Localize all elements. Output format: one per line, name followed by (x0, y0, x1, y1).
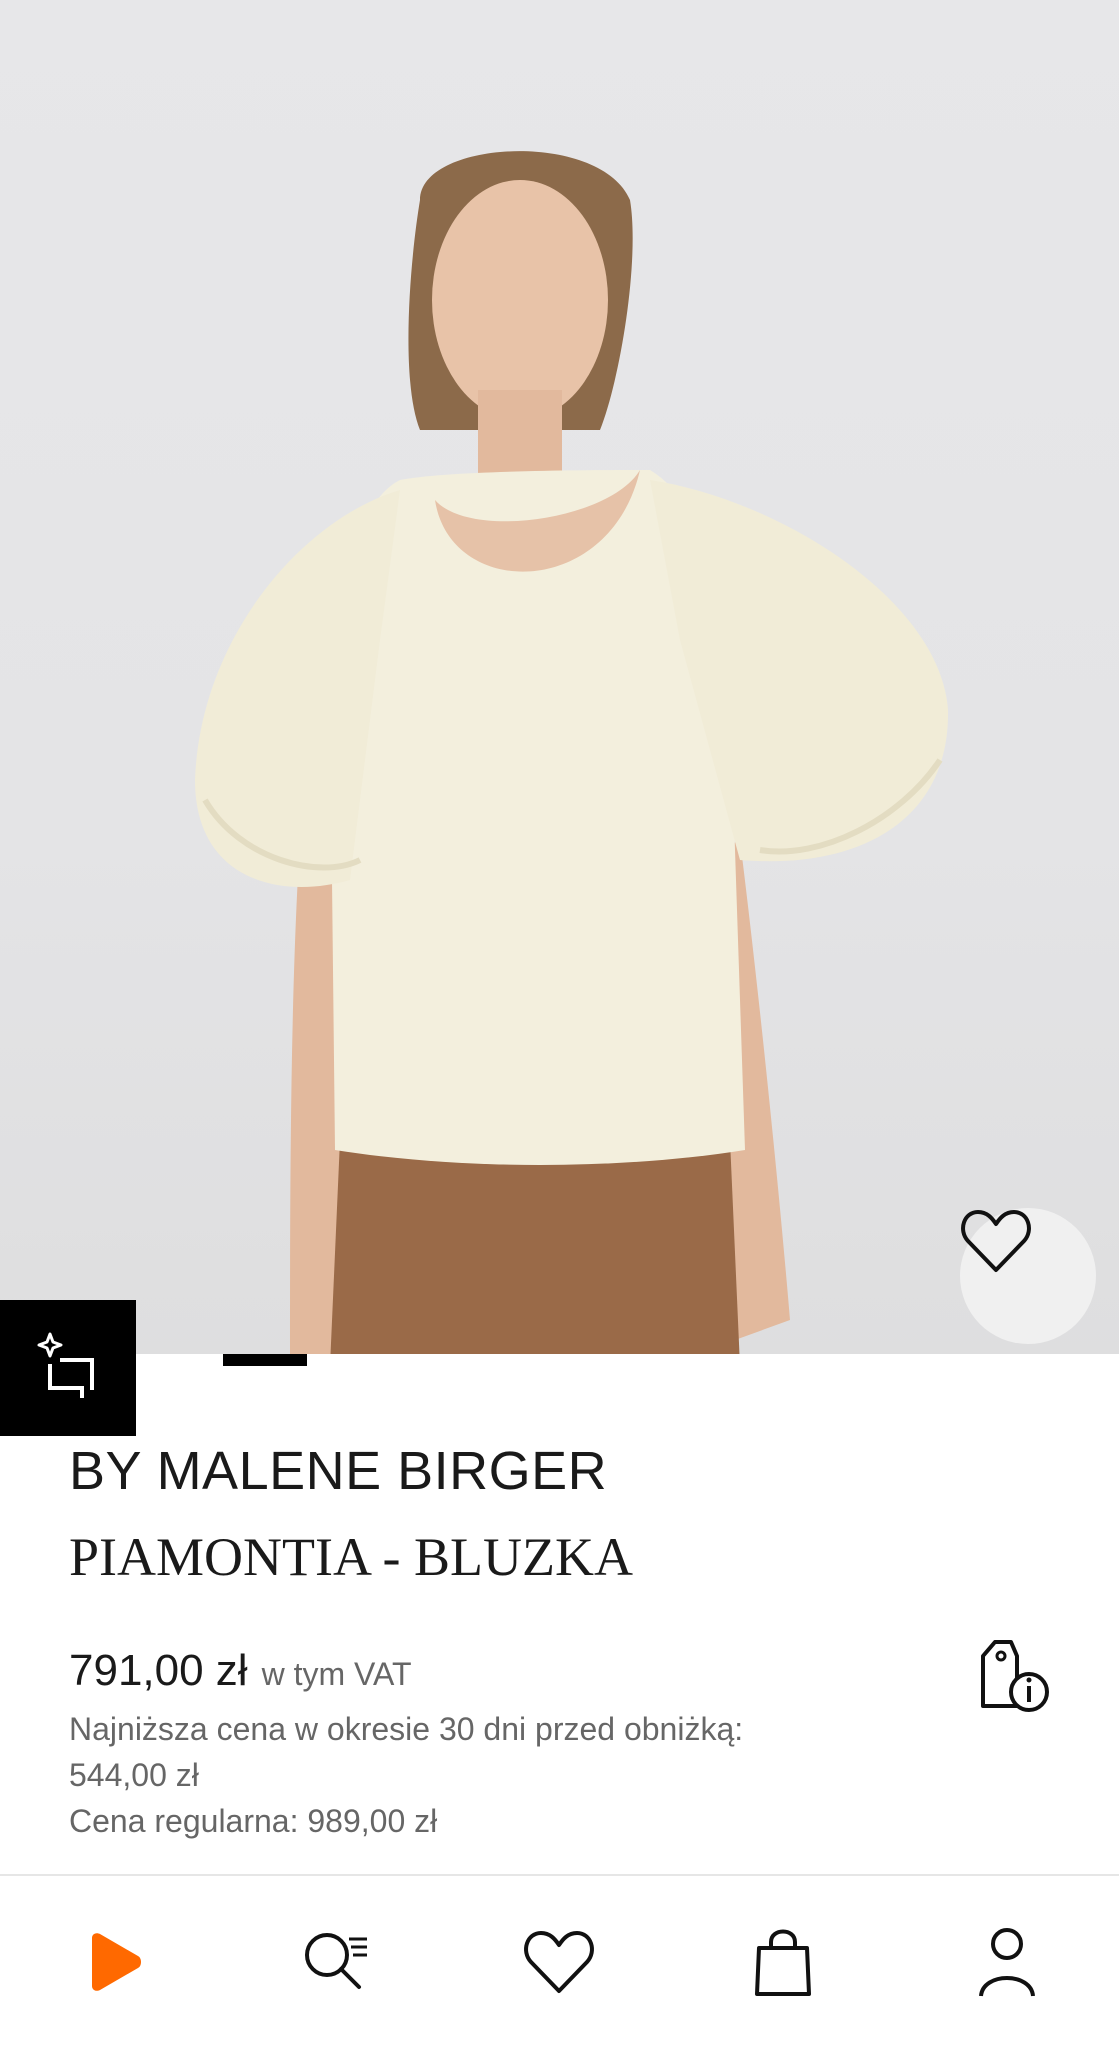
brand-name[interactable]: BY MALENE BIRGER (69, 1440, 607, 1502)
nav-home[interactable] (62, 1912, 162, 2012)
price-row: 791,00 zł w tym VAT (69, 1646, 412, 1696)
heart-icon (524, 1931, 595, 1993)
product-title: PIAMONTIA - BLUZKA (69, 1527, 633, 1587)
shopping-bag-icon (755, 1929, 812, 1996)
lowest-price-value: 544,00 zł (69, 1757, 199, 1793)
image-gallery-progress-indicator (223, 1354, 307, 1366)
find-similar-button[interactable] (0, 1300, 136, 1436)
nav-bag[interactable] (733, 1912, 833, 2012)
search-icon (304, 1933, 367, 1989)
add-to-wishlist-button[interactable] (960, 1208, 1096, 1344)
bottom-navigation (0, 1876, 1119, 2048)
vat-note: w tym VAT (261, 1656, 412, 1692)
nav-account[interactable] (957, 1912, 1057, 2012)
price-tag-info-icon (981, 1640, 1049, 1712)
price-history: Najniższa cena w okresie 30 dni przed ob… (69, 1706, 909, 1844)
nav-search[interactable] (286, 1912, 386, 2012)
zalando-play-logo-icon (91, 1933, 141, 1991)
product-photo-illustration (195, 151, 949, 1366)
lowest-price-label: Najniższa cena w okresie 30 dni przed ob… (69, 1711, 744, 1747)
image-gallery-progress (223, 1354, 891, 1366)
nav-wishlist[interactable] (509, 1912, 609, 2012)
product-image[interactable] (0, 0, 1119, 1366)
price-info-button[interactable] (975, 1636, 1055, 1716)
regular-price: Cena regularna: 989,00 zł (69, 1803, 438, 1839)
sparkle-crop-icon (37, 1332, 94, 1398)
current-price: 791,00 zł (69, 1646, 248, 1695)
heart-icon (961, 1210, 1031, 1272)
person-icon (979, 1928, 1036, 1997)
